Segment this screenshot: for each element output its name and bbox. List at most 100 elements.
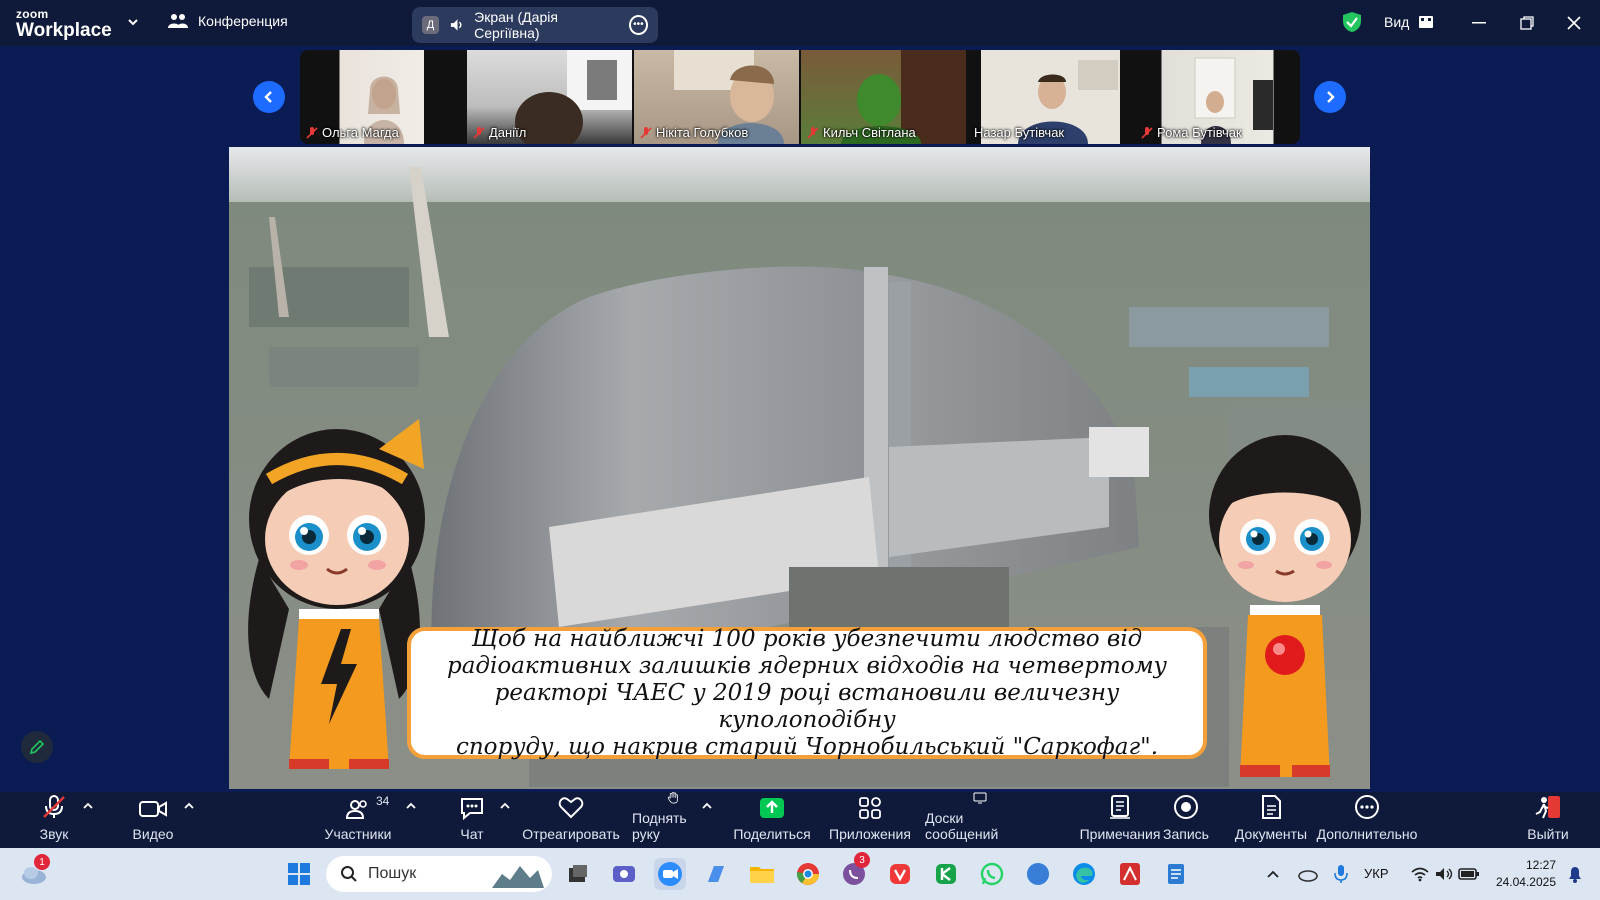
file-explorer-icon[interactable] (746, 858, 778, 890)
raise-hand-label: Поднять руку (632, 810, 687, 842)
chat-options-caret-icon[interactable] (499, 800, 511, 812)
notification-bell-icon[interactable] (1566, 864, 1584, 884)
chat-button[interactable]: Чат (455, 792, 489, 848)
view-label: Вид (1384, 14, 1410, 30)
battery-icon[interactable] (1458, 867, 1480, 881)
whiteboards-label: Доски сообщений (925, 810, 999, 842)
video-options-caret-icon[interactable] (183, 800, 195, 812)
leave-button[interactable]: Выйти (1527, 792, 1569, 848)
meeting-label: Конференция (198, 13, 288, 29)
more-button[interactable]: Дополнительно (1317, 792, 1417, 848)
system-clock[interactable]: 12:27 24.04.2025 (1492, 857, 1556, 891)
react-label: Отреагировать (522, 826, 620, 842)
next-page-button[interactable] (1314, 81, 1346, 113)
screen-share-indicator[interactable]: Д Экран (Дарія Сергіївна) ••• (412, 7, 658, 43)
chevron-down-icon[interactable] (126, 15, 140, 29)
meeting-info-button[interactable]: Конференция (168, 12, 288, 30)
clock-date: 24.04.2025 (1495, 875, 1556, 889)
participant-tile[interactable]: Кильч Світлана (801, 50, 968, 144)
previous-page-button[interactable] (253, 81, 285, 113)
cartoon-boy-illustration (1209, 435, 1361, 777)
mic-muted-icon (306, 126, 318, 139)
react-button[interactable]: Отреагировать (522, 792, 620, 848)
app-green-icon[interactable] (930, 858, 962, 890)
restore-icon[interactable] (1516, 12, 1538, 34)
documents-button[interactable]: Документы (1234, 792, 1308, 848)
wifi-icon[interactable] (1410, 866, 1430, 882)
search-icon (341, 866, 357, 882)
participants-count: 34 (376, 794, 390, 808)
leave-label: Выйти (1527, 826, 1569, 842)
whatsapp-icon[interactable] (976, 858, 1008, 890)
chat-icon (461, 798, 483, 820)
close-icon[interactable] (1563, 12, 1585, 34)
windows-taskbar: 1 Пошук 3 УКР 12:27 24.04.2025 (0, 848, 1600, 900)
copilot-icon[interactable] (700, 858, 732, 890)
caption-line: реакторі ЧАЕС у 2019 році встановили вел… (494, 679, 1120, 733)
mic-muted-icon (43, 795, 65, 818)
participant-name: Рома Бутівчак (1141, 125, 1242, 140)
annotate-pencil-button[interactable] (21, 731, 53, 763)
acrobat-icon[interactable] (1114, 858, 1146, 890)
minimize-icon[interactable] (1468, 12, 1490, 34)
video-label: Видео (132, 826, 174, 842)
taskbar-search[interactable]: Пошук (326, 856, 552, 892)
weather-widget[interactable]: 1 (18, 854, 50, 890)
people-icon (168, 14, 188, 28)
participant-tile[interactable]: Рома Бутівчак (1135, 50, 1300, 144)
record-button[interactable]: Запись (1163, 792, 1209, 848)
view-button[interactable]: Вид (1384, 14, 1434, 30)
volume-icon[interactable] (1434, 866, 1454, 882)
chrome-icon[interactable] (792, 858, 824, 890)
whiteboards-button[interactable]: Доски сообщений (925, 792, 1035, 848)
participant-name: Кильч Світлана (807, 125, 916, 140)
participants-options-caret-icon[interactable] (405, 800, 417, 812)
viber-icon[interactable]: 3 (838, 852, 870, 890)
video-button[interactable]: Видео (128, 792, 178, 848)
show-hidden-icons-icon[interactable] (1266, 869, 1280, 879)
audio-button[interactable]: Звук (36, 792, 72, 848)
apps-icon (859, 797, 881, 819)
edge-icon[interactable] (1068, 858, 1100, 890)
participant-tile[interactable]: Даніїл (467, 50, 634, 144)
notes-button[interactable]: Примечания (1080, 792, 1160, 848)
notepad-icon[interactable] (1160, 858, 1192, 890)
participants-button[interactable]: 34 Участники (323, 792, 393, 848)
clock-time: 12:27 (1525, 858, 1556, 872)
task-view-icon[interactable] (562, 858, 594, 890)
brand-top: zoom (16, 7, 49, 21)
presenter-avatar: Д (422, 16, 440, 34)
share-screen-button[interactable]: Поделиться (733, 792, 811, 848)
participant-tile[interactable]: Ольга Магда (300, 50, 467, 144)
documents-label: Документы (1234, 826, 1308, 842)
participant-name: Нікіта Голубков (640, 125, 748, 140)
meet-app-icon[interactable] (608, 858, 640, 890)
participant-tile[interactable]: Назар Бутівчак (968, 50, 1135, 144)
pencil-icon (29, 739, 45, 755)
participant-name: Назар Бутівчак (974, 125, 1065, 140)
share-screen-icon (760, 798, 784, 818)
caption-line: споруду, що накрив старий Чорнобильський… (455, 733, 1159, 760)
mic-muted-icon (807, 126, 819, 139)
shared-screen: Щоб на найближчі 100 років убезпечити лю… (229, 147, 1370, 789)
cartoon-girl-illustration (248, 419, 425, 769)
language-indicator[interactable]: УКР (1364, 866, 1389, 881)
security-shield-icon[interactable] (1342, 11, 1362, 33)
start-button[interactable] (283, 858, 315, 890)
leave-icon (1535, 796, 1560, 819)
weather-badge: 1 (34, 854, 50, 870)
record-label: Запись (1163, 826, 1209, 842)
notes-icon (1110, 795, 1130, 819)
canva-icon[interactable] (1022, 858, 1054, 890)
onedrive-icon[interactable] (1296, 866, 1318, 882)
zoom-app-icon[interactable] (654, 858, 686, 890)
more-options-icon[interactable]: ••• (628, 15, 648, 35)
apps-button[interactable]: Приложения (828, 792, 912, 848)
vivaldi-icon[interactable] (884, 858, 916, 890)
caption-line: радіоактивних залишків ядерних відходів … (446, 652, 1168, 679)
participant-tile[interactable]: Нікіта Голубков (634, 50, 801, 144)
share-label: Поделиться (733, 826, 811, 842)
microphone-icon[interactable] (1334, 864, 1348, 884)
raise-hand-options-caret-icon[interactable] (701, 800, 713, 812)
audio-options-caret-icon[interactable] (82, 800, 94, 812)
